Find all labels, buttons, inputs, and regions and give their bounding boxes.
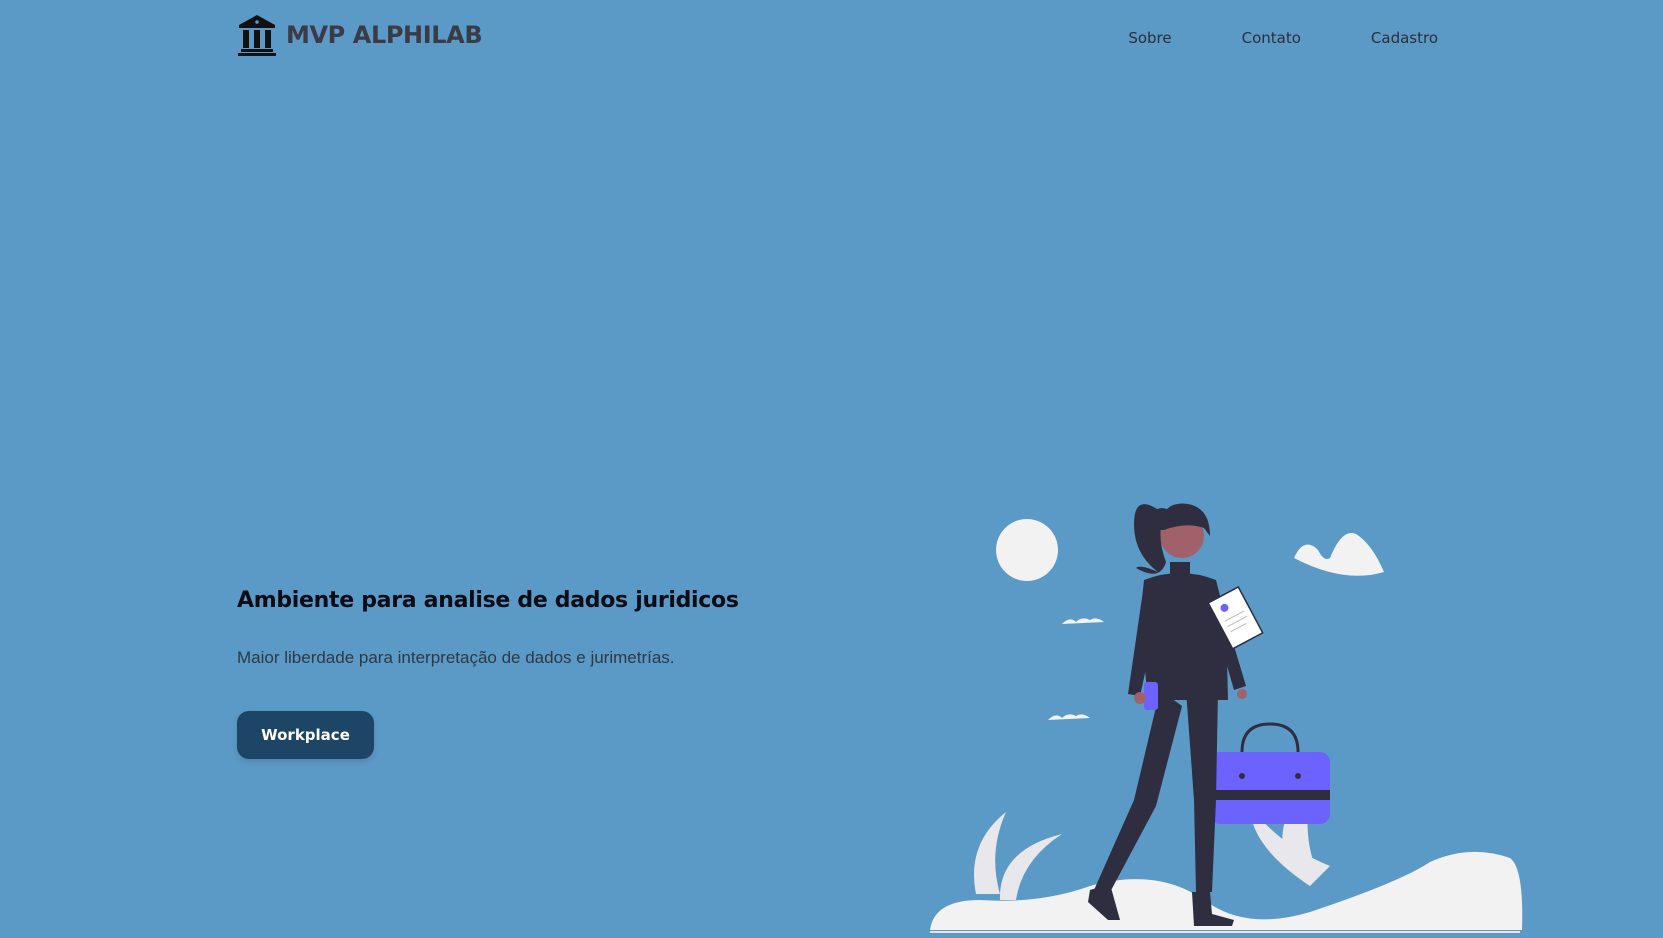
hero-illustration [920,450,1540,938]
nav-link-cadastro[interactable]: Cadastro [1371,29,1438,47]
nav-link-sobre[interactable]: Sobre [1128,29,1171,47]
top-nav: Sobre Contato Cadastro [1058,29,1438,47]
landing-page: MVP ALPHILAB Sobre Contato Cadastro Ambi… [0,0,1663,938]
nav-link-contato[interactable]: Contato [1242,29,1301,47]
leaf-icon [999,834,1062,900]
brand-name: MVP ALPHILAB [286,21,483,49]
hero-subtitle: Maior liberdade para interpretação de da… [237,648,675,667]
bird-icon [1048,714,1090,720]
courthouse-icon [237,14,277,56]
bag-icon [1210,752,1330,824]
sun-icon [996,519,1058,581]
workplace-button[interactable]: Workplace [237,711,374,759]
woman-walking-illustration [930,503,1523,933]
cloud-icon [1294,533,1384,576]
leaf-icon [974,812,1006,894]
brand-logo-link[interactable]: MVP ALPHILAB [237,14,483,56]
phone-icon [1144,682,1158,710]
bird-icon [1062,618,1104,624]
hero-title: Ambiente para analise de dados juridicos [237,588,739,613]
